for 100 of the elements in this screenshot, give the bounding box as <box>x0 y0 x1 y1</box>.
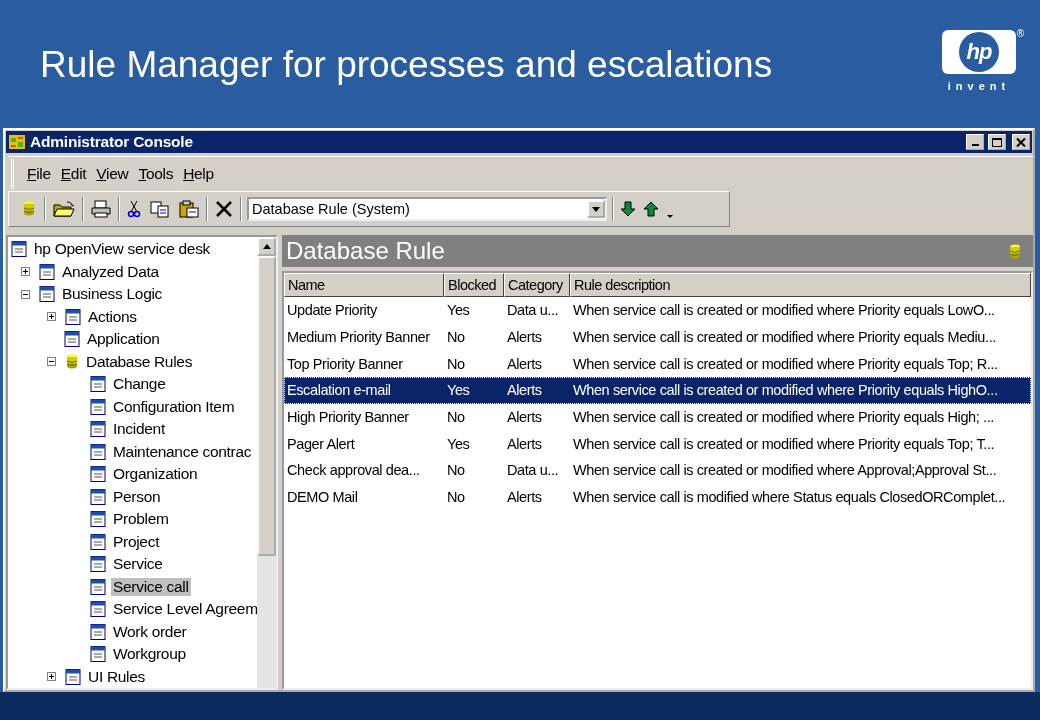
tree-item[interactable]: Change <box>111 375 168 394</box>
app-icon <box>8 134 26 150</box>
tree-item[interactable]: UI Rules <box>86 667 148 686</box>
minimize-button[interactable] <box>966 134 984 150</box>
open-folder-button[interactable] <box>51 198 77 220</box>
table-row[interactable]: High Priority Banner No Alerts When service call is created or modified where Priority equals High; ... <box>284 403 1031 431</box>
database-icon <box>1007 242 1023 260</box>
menu-item[interactable]: Help <box>180 163 217 185</box>
panel-title: Database Rule <box>286 237 445 265</box>
table-cell-text: Escalation e-mail <box>286 382 392 399</box>
document-icon <box>89 465 107 484</box>
copy-button[interactable] <box>148 198 172 220</box>
table-cell-text: Yes <box>446 302 471 319</box>
collapse-icon[interactable] <box>21 289 30 299</box>
tree-item[interactable]: Maintenance contrac <box>111 442 254 461</box>
document-icon <box>10 240 28 259</box>
tree-item[interactable]: Service call <box>111 577 191 596</box>
tree-item[interactable]: Person <box>111 487 163 506</box>
paste-button[interactable] <box>177 198 201 220</box>
close-icon <box>1016 137 1026 147</box>
scrollbar[interactable] <box>257 237 276 688</box>
document-icon <box>89 600 107 619</box>
table-row[interactable]: Check approval dea... No Data u... When service call is created or modified where Approval;Approval St... <box>284 457 1031 484</box>
print-button[interactable] <box>89 198 113 220</box>
logo-mark: hp <box>959 32 999 72</box>
more-button[interactable] <box>665 212 675 220</box>
print-icon <box>91 200 111 218</box>
document-icon <box>89 442 107 461</box>
tree-item[interactable]: hp OpenView service desk <box>32 240 213 259</box>
table-cell-text: When service call is modified where Status equals ClosedORComplet... <box>572 489 1007 506</box>
document-icon <box>89 555 107 574</box>
tree-item[interactable]: Database Rules <box>84 352 195 371</box>
column-header[interactable]: Name <box>284 273 444 297</box>
table-cell-text: Top Priority Banner <box>286 355 404 372</box>
database-icon <box>64 353 80 371</box>
table-cell-text: No <box>446 355 466 372</box>
tree-item[interactable]: Workgroup <box>111 645 188 664</box>
table-row[interactable]: Pager Alert Yes Alerts When service call is created or modified where Priority equals Top; T... <box>284 430 1031 458</box>
table-cell-text: Alerts <box>506 355 543 372</box>
table-row[interactable]: Escalation e-mail Yes Alerts When service call is created or modified where Priority equals HighO... <box>284 377 1031 404</box>
table-row[interactable]: Top Priority Banner No Alerts When service call is created or modified where Priority equals Top; R... <box>284 350 1031 378</box>
move-up-icon <box>644 200 658 218</box>
column-header[interactable]: Blocked <box>444 273 504 297</box>
document-icon <box>89 622 107 641</box>
document-icon <box>89 510 107 529</box>
database-icon <box>21 200 37 218</box>
scroll-up-button[interactable] <box>257 237 276 256</box>
table-cell-text: Data u... <box>506 302 560 319</box>
tree-item[interactable]: Configuration Item <box>111 397 237 416</box>
table-cell-text: No <box>446 462 466 479</box>
document-icon <box>89 397 107 416</box>
tree-item[interactable]: Analyzed Data <box>60 262 161 281</box>
column-header[interactable]: Category <box>504 273 570 297</box>
close-button[interactable] <box>1012 134 1030 150</box>
view-dropdown[interactable]: Database Rule (System) <box>247 197 607 221</box>
table-cell-text: Alerts <box>506 435 543 452</box>
tree-item[interactable]: Service Level Agreem <box>111 600 257 619</box>
document-icon <box>63 330 81 349</box>
table-row[interactable]: Medium Priority Banner No Alerts When service call is created or modified where Priority equals Mediu... <box>284 323 1031 351</box>
table-cell-text: No <box>446 489 466 506</box>
expand-icon[interactable] <box>47 312 56 322</box>
document-icon <box>64 667 82 686</box>
document-icon <box>38 285 56 304</box>
table-cell-text: Alerts <box>506 382 543 399</box>
table-cell-text: When service call is created or modified where Priority equals Mediu... <box>572 329 997 346</box>
menu-item[interactable]: View <box>93 163 132 185</box>
table-cell-text: Update Priority <box>286 302 378 319</box>
tree-item[interactable]: Organization <box>111 465 200 484</box>
tree-item[interactable]: Actions <box>86 307 139 326</box>
menu-item[interactable]: Tools <box>135 163 177 185</box>
table-row[interactable]: Update Priority Yes Data u... When service call is created or modified where Priority equals LowO... <box>284 297 1031 324</box>
document-icon <box>89 532 107 551</box>
column-header[interactable]: Rule description <box>570 273 1031 297</box>
table-cell-text: DEMO Mail <box>286 489 359 506</box>
table-cell-text: Alerts <box>506 329 543 346</box>
expand-icon[interactable] <box>47 672 56 682</box>
expand-icon[interactable] <box>21 267 30 277</box>
tree-item[interactable]: Application <box>85 330 162 349</box>
scrollbar-thumb[interactable] <box>257 256 276 556</box>
cut-button[interactable] <box>125 198 143 220</box>
logo-tagline: invent <box>947 80 1011 92</box>
registered-mark: ® <box>1016 28 1024 39</box>
move-down-icon <box>621 200 635 218</box>
table-row[interactable]: DEMO Mail No Alerts When service call is modified where Status equals ClosedORComplet... <box>284 483 1031 511</box>
document-icon <box>89 577 107 596</box>
collapse-icon[interactable] <box>47 357 56 367</box>
table-cell-text: When service call is created or modified where Priority equals Top; R... <box>572 355 999 372</box>
slide-title: Rule Manager for processes and escalations <box>40 44 773 86</box>
tree-item[interactable]: Service <box>111 555 165 574</box>
tree-item[interactable]: Problem <box>111 510 171 529</box>
table-cell-text: When service call is created or modified where Priority equals High; ... <box>572 409 995 426</box>
table-cell-text: When service call is created or modified where Priority equals LowO... <box>572 302 996 319</box>
menu-item[interactable]: Edit <box>57 163 90 185</box>
menu-item[interactable]: File <box>24 163 54 185</box>
tree-item[interactable]: Business Logic <box>60 285 165 304</box>
tree-item[interactable]: Incident <box>111 420 167 439</box>
tree-item[interactable]: Work order <box>111 622 189 641</box>
tree-item[interactable]: Project <box>111 532 162 551</box>
up-arrow-icon <box>262 244 271 249</box>
maximize-button[interactable] <box>988 134 1006 150</box>
